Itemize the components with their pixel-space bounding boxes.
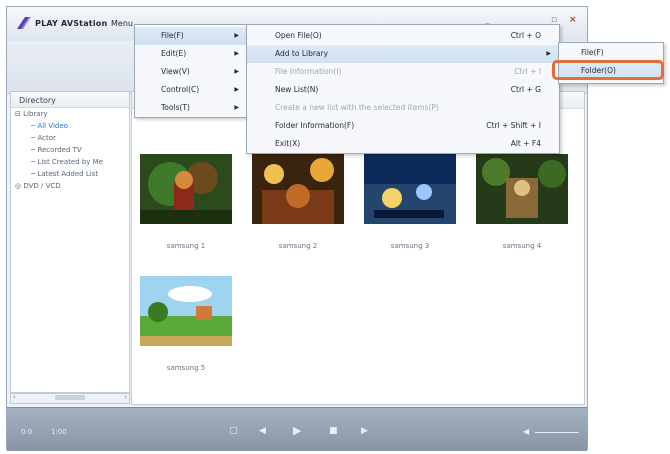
menu-item-new-list[interactable]: New List(N) Ctrl + G xyxy=(247,81,559,99)
app-title: PLAY AVStation xyxy=(35,19,108,28)
main-menu: File(F) ▶ Edit(E) ▶ View(V) ▶ Control(C) ▶ T… xyxy=(134,24,248,118)
menu-item-view[interactable]: View(V) ▶ xyxy=(135,63,247,81)
menu-item-edit[interactable]: Edit(E) ▶ xyxy=(135,45,247,63)
submenu-arrow-icon: ▶ xyxy=(234,32,239,39)
thumbnail-2[interactable] xyxy=(252,154,344,224)
menu-item-shortcut: Ctrl + O xyxy=(510,31,541,40)
thumbnail-1-image xyxy=(140,154,232,224)
submenu-arrow-icon: ▶ xyxy=(234,104,239,111)
directory-panel: Directory ⊟ Library ─ All Video ─ Actor … xyxy=(10,91,130,393)
menu-item-label: View(V) xyxy=(161,67,190,76)
tree-item-label: Recorded TV xyxy=(37,146,82,154)
menu-item-label: Control(C) xyxy=(161,85,200,94)
menu-item-tools[interactable]: Tools(T) ▶ xyxy=(135,99,247,117)
scroll-right-icon[interactable]: › xyxy=(124,393,127,401)
menu-item-shortcut: Ctrl + I xyxy=(514,67,541,76)
menu-item-open-file[interactable]: Open File(O) Ctrl + O xyxy=(247,27,559,45)
thumbnail-5[interactable] xyxy=(140,276,232,346)
tree-item-all-video[interactable]: ─ All Video xyxy=(15,120,129,132)
menu-item-folder-information[interactable]: Folder Information(F) Ctrl + Shift + I xyxy=(247,117,559,135)
menu-item-label: Tools(T) xyxy=(161,103,190,112)
volume-icon[interactable]: ◀ xyxy=(523,427,529,436)
tree-item-label: Actor xyxy=(37,134,56,142)
file-submenu: Open File(O) Ctrl + O Add to Library ▶ Fil… xyxy=(246,24,560,154)
thumbnail-3-image xyxy=(364,154,456,224)
menu-item-label: Open File(O) xyxy=(275,31,322,40)
app-logo-icon xyxy=(17,17,31,29)
thumbnail-3-label: samsung 3 xyxy=(390,242,430,250)
thumbnail-1-label: samsung 1 xyxy=(166,242,206,250)
volume-slider[interactable] xyxy=(535,432,579,433)
thumbnail-4-label: samsung 4 xyxy=(502,242,542,250)
menu-item-label: Edit(E) xyxy=(161,49,187,58)
highlight-callout-box xyxy=(552,60,664,80)
thumbnail-4[interactable] xyxy=(476,154,568,224)
pause-icon[interactable]: ■ xyxy=(329,426,338,436)
menu-item-control[interactable]: Control(C) ▶ xyxy=(135,81,247,99)
menu-item-label: File(F) xyxy=(161,31,184,40)
menu-item-shortcut: Ctrl + G xyxy=(510,85,541,94)
menu-item-shortcut: Ctrl + Shift + I xyxy=(486,121,541,130)
close-icon[interactable]: × xyxy=(569,15,577,25)
tree-item-latest-added-list[interactable]: ─ Latest Added List xyxy=(15,168,129,180)
menu-item-shortcut: Alt + F4 xyxy=(510,139,541,148)
menu-item-label: Add to Library xyxy=(275,49,329,58)
play-icon[interactable]: ▶ xyxy=(293,424,301,437)
tree-item-list-created-by-me[interactable]: ─ List Created by Me xyxy=(15,156,129,168)
thumbnail-5-image xyxy=(140,276,232,346)
thumbnail-2-image xyxy=(252,154,344,224)
tree-item-dvd-vcd[interactable]: ◎ DVD / VCD xyxy=(15,180,129,192)
menu-item-label: Exit(X) xyxy=(275,139,301,148)
menu-button[interactable]: Menu xyxy=(111,19,133,28)
menu-item-file-information: File Information(I) Ctrl + I xyxy=(247,63,559,81)
scroll-thumb[interactable] xyxy=(55,395,85,400)
tree-item-recorded-tv[interactable]: ─ Recorded TV xyxy=(15,144,129,156)
previous-icon[interactable]: ◀ xyxy=(259,426,266,436)
submenu-arrow-icon: ▶ xyxy=(234,50,239,57)
thumbnail-2-label: samsung 2 xyxy=(278,242,318,250)
stop-icon[interactable]: □ xyxy=(229,426,238,436)
directory-header: Directory xyxy=(11,92,129,108)
scroll-left-icon[interactable]: ‹ xyxy=(13,393,16,401)
submenu-arrow-icon: ▶ xyxy=(234,68,239,75)
tree-item-label: Library xyxy=(23,110,48,118)
tree-item-label: List Created by Me xyxy=(37,158,103,166)
tree-item-label: All Video xyxy=(37,122,68,130)
menu-item-label: New List(N) xyxy=(275,85,319,94)
thumbnail-5-label: samsung 5 xyxy=(166,364,206,372)
tree-item-label: Latest Added List xyxy=(37,170,99,178)
menu-item-create-list-from-selection: Create a new list with the selected item… xyxy=(247,99,559,117)
directory-tree: ⊟ Library ─ All Video ─ Actor ─ Recorded… xyxy=(11,108,129,192)
player-time-elapsed: 0:0 xyxy=(21,428,33,436)
thumbnail-4-image xyxy=(476,154,568,224)
thumbnail-1[interactable] xyxy=(140,154,232,224)
menu-item-label: File Information(I) xyxy=(275,67,342,76)
player-controls-bar: 0:0 1:00 □ ◀ ▶ ■ ▶ ◀ xyxy=(7,407,587,451)
menu-item-label: Folder Information(F) xyxy=(275,121,355,130)
submenu-arrow-icon: ▶ xyxy=(546,50,551,57)
thumbnail-3[interactable] xyxy=(364,154,456,224)
next-icon[interactable]: ▶ xyxy=(361,426,368,436)
tree-item-actor[interactable]: ─ Actor xyxy=(15,132,129,144)
menu-item-label: Create a new list with the selected item… xyxy=(275,103,439,112)
menu-item-exit[interactable]: Exit(X) Alt + F4 xyxy=(247,135,559,153)
player-time-total: 1:00 xyxy=(51,428,67,436)
menu-item-add-to-library[interactable]: Add to Library ▶ xyxy=(247,45,559,63)
tree-item-label: DVD / VCD xyxy=(23,182,61,190)
sidebar-horizontal-scrollbar[interactable]: ‹ › xyxy=(10,393,130,404)
tree-item-library[interactable]: ⊟ Library xyxy=(15,108,129,120)
submenu-arrow-icon: ▶ xyxy=(234,86,239,93)
menu-item-file[interactable]: File(F) ▶ xyxy=(135,27,247,45)
